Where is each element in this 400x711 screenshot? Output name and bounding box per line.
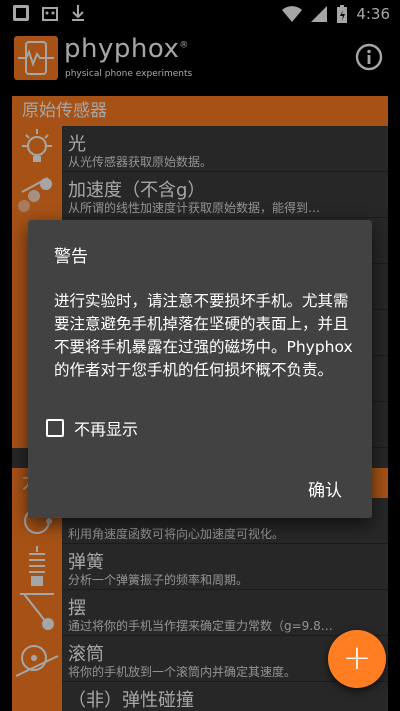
checkbox-label: 不再显示 — [74, 420, 139, 439]
add-experiment-button[interactable]: + — [328, 630, 386, 688]
dont-show-again-option[interactable]: 不再显示 — [46, 416, 138, 440]
dont-show-again-checkbox[interactable] — [46, 419, 64, 437]
warning-dialog: 警告 进行实验时，请注意不要损坏手机。尤其需要注意避免手机掉落在坚硬的表面上，并… — [28, 220, 372, 518]
dialog-title: 警告 — [54, 247, 88, 267]
dialog-message: 进行实验时，请注意不要损坏手机。尤其需要注意避免手机掉落在坚硬的表面上，并且不要… — [54, 292, 353, 379]
plus-icon: + — [342, 638, 372, 678]
confirm-button[interactable]: 确认 — [308, 476, 342, 501]
